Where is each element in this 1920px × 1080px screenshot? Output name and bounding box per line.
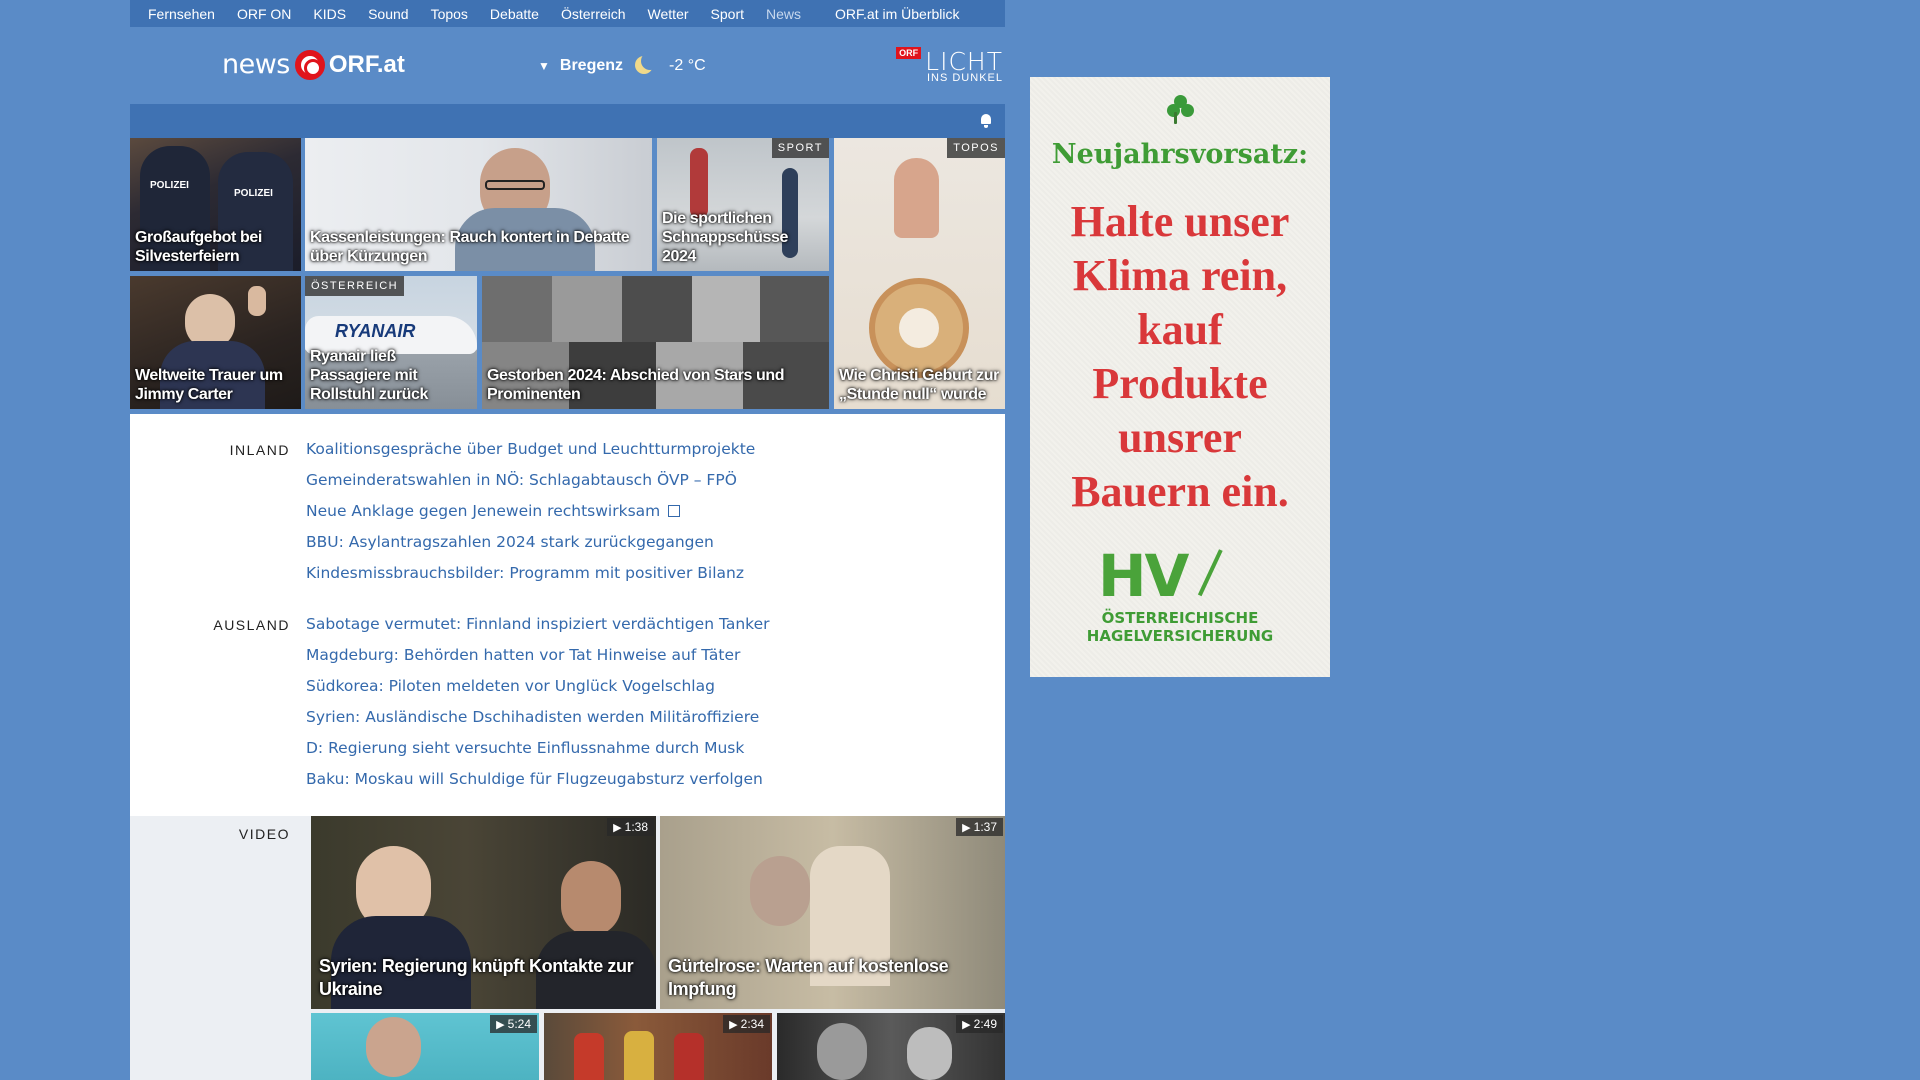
tile-jimmy-carter[interactable]: Weltweite Trauer um Jimmy Carter xyxy=(130,276,301,409)
inland-link[interactable]: Kindesmissbrauchsbilder: Programm mit po… xyxy=(306,562,755,593)
tile-caption: Großaufgebot bei Silvesterfeiern xyxy=(135,229,262,265)
ad-company-line1: ÖSTERREICHISCHE xyxy=(1101,609,1259,627)
ausland-link-list: Sabotage vermutet: Finnland inspiziert v… xyxy=(306,613,770,799)
clover-icon xyxy=(1167,95,1195,124)
weather-temperature: -2 °C xyxy=(669,57,706,74)
ausland-link[interactable]: D: Regierung sieht versuchte Einflussnah… xyxy=(306,737,770,768)
tile-sport-schnappschuesse[interactable]: SPORT Die sportlichen Schnappschüsse 202… xyxy=(657,138,829,271)
ausland-link[interactable]: Magdeburg: Behörden hatten vor Tat Hinwe… xyxy=(306,644,770,675)
video-duration: 1:38 xyxy=(607,818,654,836)
headline-section: INLAND Koalitionsgespräche über Budget u… xyxy=(130,414,1005,816)
weather-location: Bregenz xyxy=(559,57,624,74)
nav-news[interactable]: News xyxy=(766,6,801,22)
video-tile-syrien[interactable]: 1:38 Syrien: Regierung knüpft Kontakte z… xyxy=(311,816,656,1009)
tile-topos-christi-geburt[interactable]: TOPOS Wie Christi Geburt zur „Stunde nul… xyxy=(834,138,1005,409)
nav-fernsehen[interactable]: Fernsehen xyxy=(148,6,215,22)
inland-link-label: Neue Anklage gegen Jenewein rechtswirksa… xyxy=(306,502,661,520)
nav-kids[interactable]: KIDS xyxy=(313,6,346,22)
tile-caption: Ryanair ließ Passagiere mit Rollstuhl zu… xyxy=(310,348,429,403)
ausland-link[interactable]: Syrien: Ausländische Dschihadisten werde… xyxy=(306,706,770,737)
logo-orf-text: ORF.at xyxy=(328,50,405,78)
notification-bar xyxy=(130,104,1005,138)
dropdown-triangle-icon: ▼ xyxy=(538,59,550,73)
nav-wetter[interactable]: Wetter xyxy=(648,6,689,22)
inland-link[interactable]: BBU: Asylantragszahlen 2024 stark zurück… xyxy=(306,531,755,562)
ausland-link[interactable]: Sabotage vermutet: Finnland inspiziert v… xyxy=(306,613,770,644)
orf-eye-icon xyxy=(294,49,325,80)
section-label-video: VIDEO xyxy=(238,826,290,842)
advertisement-hagelversicherung[interactable]: Neujahrsvorsatz: Halte unser Klima rein,… xyxy=(1030,77,1330,677)
tile-silvester[interactable]: POLIZEI POLIZEI Großaufgebot bei Silvest… xyxy=(130,138,301,271)
nav-sport[interactable]: Sport xyxy=(711,6,744,22)
top-navigation: Fernsehen ORF ON KIDS Sound Topos Debatt… xyxy=(130,0,1005,27)
tile-tag-topos: TOPOS xyxy=(947,138,1005,158)
nav-oesterreich[interactable]: Österreich xyxy=(561,6,626,22)
orf-badge: ORF xyxy=(896,47,922,59)
tile-caption: Die sportlichen Schnappschüsse 2024 xyxy=(662,210,789,265)
tile-caption: Weltweite Trauer um Jimmy Carter xyxy=(135,367,283,403)
ad-body: Halte unser Klima rein, kauf Produkte un… xyxy=(1070,197,1290,516)
tile-kassenleistungen[interactable]: Kassenleistungen: Rauch kontert in Debat… xyxy=(305,138,652,271)
inland-link-list: Koalitionsgespräche über Budget und Leuc… xyxy=(306,438,755,593)
ausland-link[interactable]: Baku: Moskau will Schuldige für Flugzeug… xyxy=(306,768,770,799)
section-label-inland: INLAND xyxy=(229,442,290,458)
ausland-link[interactable]: Südkorea: Piloten meldeten vor Unglück V… xyxy=(306,675,770,706)
news-orf-logo[interactable]: news ORF.at xyxy=(222,49,405,80)
video-duration: 2:34 xyxy=(723,1015,770,1033)
video-tile-5[interactable]: 2:49 xyxy=(777,1013,1005,1080)
tile-tag-oesterreich: ÖSTERREICH xyxy=(305,276,405,296)
video-caption: Syrien: Regierung knüpft Kontakte zur Uk… xyxy=(319,956,634,999)
weather-widget[interactable]: ▼ Bregenz -2 °C xyxy=(538,52,706,78)
inland-link[interactable]: Gemeinderatswahlen in NÖ: Schlagabtausch… xyxy=(306,469,755,500)
tile-gestorben-2024[interactable]: Gestorben 2024: Abschied von Stars und P… xyxy=(482,276,829,409)
video-duration: 2:49 xyxy=(956,1015,1003,1033)
nav-orf-on[interactable]: ORF ON xyxy=(237,6,291,22)
tile-ryanair[interactable]: RYANAIR ÖSTERREICH Ryanair ließ Passagie… xyxy=(305,276,477,409)
nav-debatte[interactable]: Debatte xyxy=(490,6,539,22)
video-duration: 1:37 xyxy=(956,818,1003,836)
wheat-icon xyxy=(1197,549,1229,599)
video-section: VIDEO 1:38 Syrien: Regierung knüpft Kont… xyxy=(130,816,1005,1080)
polizei-label-decor: POLIZEI xyxy=(150,180,189,191)
ad-headline: Neujahrsvorsatz: xyxy=(1051,139,1309,170)
video-tile-4[interactable]: 2:34 xyxy=(544,1013,772,1080)
ad-company-line2: HAGELVERSICHERUNG xyxy=(1086,627,1274,645)
polizei-label-decor-2: POLIZEI xyxy=(234,188,273,199)
ad-company-name: ÖSTERREICHISCHE HAGELVERSICHERUNG xyxy=(1030,609,1330,645)
logo-news-text: news xyxy=(222,49,290,80)
tile-tag-sport: SPORT xyxy=(771,138,829,158)
video-tile-guertelrose[interactable]: 1:37 Gürtelrose: Warten auf kostenlose I… xyxy=(660,816,1005,1009)
site-header: news ORF.at ▼ Bregenz -2 °C ORF LICHT INS… xyxy=(130,27,1005,104)
inland-link-external[interactable]: Neue Anklage gegen Jenewein rechtswirksa… xyxy=(306,500,755,531)
hv-logo: HV xyxy=(1098,542,1189,610)
tile-caption: Kassenleistungen: Rauch kontert in Debat… xyxy=(310,229,630,265)
moon-cloud-icon xyxy=(633,52,660,78)
video-caption: Gürtelrose: Warten auf kostenlose Impfun… xyxy=(668,956,949,999)
licht-ins-dunkel-logo[interactable]: ORF LICHT INS DUNKEL xyxy=(896,47,1003,84)
nav-orf-overview[interactable]: ORF.at im Überblick xyxy=(835,6,959,22)
video-tile-3[interactable]: 5:24 xyxy=(311,1013,539,1080)
section-label-ausland: AUSLAND xyxy=(213,617,290,633)
nav-sound[interactable]: Sound xyxy=(368,6,408,22)
tile-caption: Wie Christi Geburt zur „Stunde null“ wur… xyxy=(839,367,999,403)
inland-link[interactable]: Koalitionsgespräche über Budget und Leuc… xyxy=(306,438,755,469)
external-link-icon xyxy=(668,505,681,517)
nav-topos[interactable]: Topos xyxy=(431,6,468,22)
tile-caption: Gestorben 2024: Abschied von Stars und P… xyxy=(487,367,785,403)
video-duration: 5:24 xyxy=(490,1015,537,1033)
ryanair-livery-decor: RYANAIR xyxy=(335,321,416,341)
bell-icon[interactable] xyxy=(979,114,993,128)
